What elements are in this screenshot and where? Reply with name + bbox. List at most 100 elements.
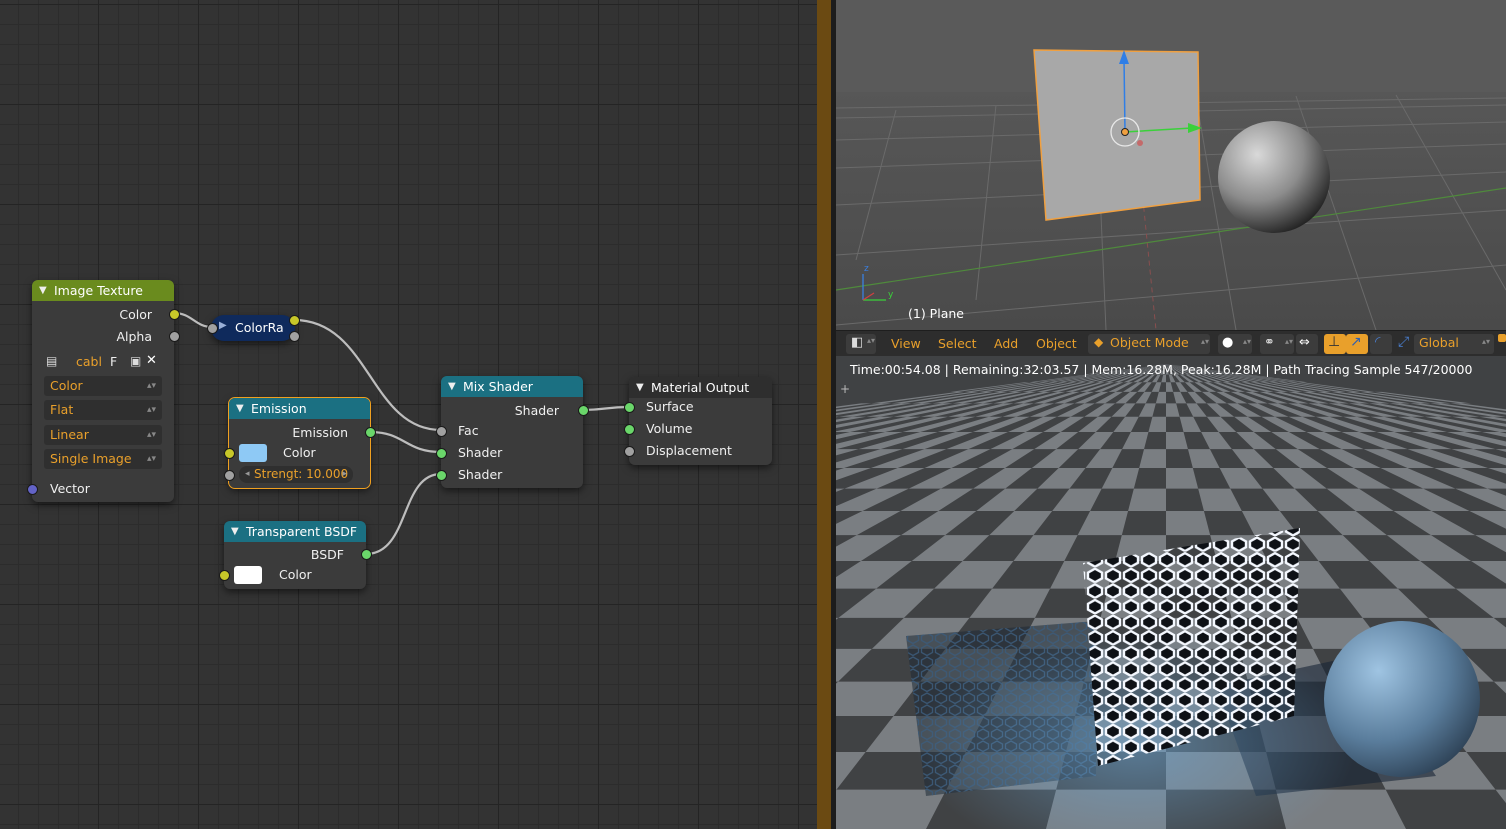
- material-output-title: Material Output: [651, 380, 750, 395]
- input-color-label: Color: [283, 445, 316, 460]
- emission-header[interactable]: ▼ Emission: [229, 398, 370, 419]
- collapse-triangle-icon[interactable]: ▼: [448, 376, 456, 397]
- manipulator-toggle[interactable]: ⇔: [1296, 334, 1318, 354]
- color-mode-dropdown[interactable]: Color ▴▾: [44, 376, 162, 396]
- mode-dropdown[interactable]: ◆ Object Mode ▴▾: [1088, 334, 1210, 354]
- output-bsdf-label: BSDF: [310, 547, 344, 562]
- decrement-arrow-icon[interactable]: ◂: [245, 466, 250, 483]
- cube-icon: ◧: [851, 335, 864, 350]
- interpolation-dropdown[interactable]: Linear ▴▾: [44, 425, 162, 445]
- dropdown-arrows-icon: ▴▾: [1201, 337, 1210, 346]
- bsdf-output-socket[interactable]: [361, 549, 372, 560]
- collapse-triangle-icon[interactable]: ▼: [636, 377, 644, 398]
- displacement-input-socket[interactable]: [624, 446, 635, 457]
- translate-toggle[interactable]: ⊥: [1324, 334, 1346, 354]
- collapse-triangle-icon[interactable]: ▼: [236, 398, 244, 419]
- rotate-toggle[interactable]: ↗: [1346, 334, 1368, 354]
- scale-toggle[interactable]: ◜: [1370, 334, 1392, 354]
- mix-shader-header[interactable]: ▼ Mix Shader: [441, 376, 583, 397]
- mix-shader-output-socket[interactable]: [578, 405, 589, 416]
- emission-node[interactable]: ▼ Emission Emission Color ◂ Strengt: 10.…: [228, 397, 371, 489]
- image-selector[interactable]: ▤ cabl F ▣ ✕: [46, 353, 160, 370]
- input-displacement-label: Displacement: [646, 443, 732, 458]
- image-browse-icon[interactable]: ▤: [46, 354, 57, 368]
- 3d-viewport[interactable]: z y (1) Plane: [836, 0, 1506, 330]
- dropdown-arrows-icon: ▴▾: [146, 454, 156, 464]
- image-name[interactable]: cabl: [76, 354, 102, 369]
- plane-object: [1033, 49, 1201, 221]
- color-ramp-color-output-socket[interactable]: [289, 315, 300, 326]
- render-image: [836, 356, 1506, 829]
- material-output-node[interactable]: ▼ Material Output Surface Volume Displac…: [629, 377, 772, 465]
- menu-select[interactable]: Select: [938, 335, 977, 353]
- material-output-header[interactable]: ▼ Material Output: [629, 377, 772, 398]
- orientation-dropdown[interactable]: Global ▴▾: [1414, 334, 1494, 354]
- transparent-color-input-socket[interactable]: [219, 570, 230, 581]
- image-alpha-output-socket[interactable]: [169, 331, 180, 342]
- image-texture-header[interactable]: ▼ Image Texture: [32, 280, 174, 301]
- mix-shader-title: Mix Shader: [463, 379, 533, 394]
- strength-field[interactable]: ◂ Strengt: 10.000 ▸: [239, 466, 353, 483]
- image-texture-node[interactable]: ▼ Image Texture Color Alpha ▤ cabl F ▣ ✕…: [32, 280, 174, 502]
- image-color-output-socket[interactable]: [169, 309, 180, 320]
- fake-user-button[interactable]: F: [110, 354, 117, 369]
- active-object-label: (1) Plane: [908, 306, 964, 321]
- transparent-color-swatch[interactable]: [234, 566, 262, 584]
- mode-value: Object Mode: [1110, 335, 1189, 350]
- viewport-scene: [836, 0, 1506, 330]
- emission-color-swatch[interactable]: [239, 444, 267, 462]
- increment-arrow-icon[interactable]: ▸: [342, 466, 347, 483]
- color-mode-value: Color: [50, 378, 83, 393]
- editor-type-button[interactable]: ◧ ▴▾: [846, 334, 876, 354]
- projection-dropdown[interactable]: Flat ▴▾: [44, 400, 162, 420]
- color-ramp-fac-input-socket[interactable]: [207, 323, 218, 334]
- rendered-viewport[interactable]: +: [836, 356, 1506, 829]
- checker-tile: [1166, 467, 1199, 489]
- dropdown-arrows-icon: ▴▾: [146, 430, 156, 440]
- source-dropdown[interactable]: Single Image ▴▾: [44, 449, 162, 469]
- emission-strength-input-socket[interactable]: [224, 470, 235, 481]
- volume-input-socket[interactable]: [624, 424, 635, 435]
- solid-shading-icon: ●: [1222, 335, 1234, 350]
- collapse-triangle-icon[interactable]: ▼: [231, 521, 239, 542]
- menu-add[interactable]: Add: [994, 335, 1018, 353]
- output-color-label: Color: [119, 307, 152, 322]
- mix-fac-input-socket[interactable]: [436, 426, 447, 437]
- interpolation-value: Linear: [50, 427, 89, 442]
- emission-output-socket[interactable]: [365, 427, 376, 438]
- scale-icon: ⤢: [1398, 334, 1410, 350]
- transparent-bsdf-header[interactable]: ▼ Transparent BSDF: [224, 521, 366, 542]
- expand-triangle-icon[interactable]: ▶: [219, 320, 227, 331]
- render-status-text: Time:00:54.08 | Remaining:32:03.57 | Mem…: [850, 362, 1473, 377]
- image-vector-input-socket[interactable]: [27, 484, 38, 495]
- transparent-bsdf-node[interactable]: ▼ Transparent BSDF BSDF Color: [224, 521, 366, 589]
- color-ramp-alpha-output-socket[interactable]: [289, 331, 300, 342]
- mix-shader-node[interactable]: ▼ Mix Shader Shader Fac Shader Shader: [441, 376, 583, 488]
- dropdown-arrows-icon: ▴▾: [1482, 337, 1491, 346]
- sphere-object: [1218, 121, 1330, 233]
- projection-value: Flat: [50, 402, 74, 417]
- collapse-triangle-icon[interactable]: ▼: [39, 280, 47, 301]
- open-image-icon[interactable]: ▣: [130, 354, 141, 368]
- transparent-bsdf-title: Transparent BSDF: [246, 524, 358, 539]
- emission-color-input-socket[interactable]: [224, 448, 235, 459]
- area-divider[interactable]: [817, 0, 831, 829]
- color-ramp-node[interactable]: ▶ ColorRa: [211, 315, 295, 341]
- pivot-dropdown[interactable]: ⚭ ▴▾: [1260, 334, 1294, 354]
- layer-indicator[interactable]: [1498, 334, 1506, 342]
- mix-shader2-input-socket[interactable]: [436, 470, 447, 481]
- input-shader2-label: Shader: [458, 467, 503, 482]
- dropdown-arrows-icon: ▴▾: [1243, 337, 1252, 346]
- node-editor[interactable]: ▼ Image Texture Color Alpha ▤ cabl F ▣ ✕…: [0, 0, 817, 829]
- shading-dropdown[interactable]: ● ▴▾: [1218, 334, 1252, 354]
- menu-object[interactable]: Object: [1036, 335, 1077, 353]
- mix-shader1-input-socket[interactable]: [436, 448, 447, 459]
- rotate-icon: ◜: [1375, 334, 1381, 350]
- unlink-image-icon[interactable]: ✕: [146, 353, 157, 368]
- menu-view[interactable]: View: [891, 335, 921, 353]
- transform-tool-toggle[interactable]: ⤢: [1394, 334, 1416, 354]
- axis-z-label: z: [864, 264, 869, 274]
- region-plus-icon[interactable]: +: [840, 382, 850, 396]
- checker-tile: [1128, 488, 1166, 511]
- surface-input-socket[interactable]: [624, 402, 635, 413]
